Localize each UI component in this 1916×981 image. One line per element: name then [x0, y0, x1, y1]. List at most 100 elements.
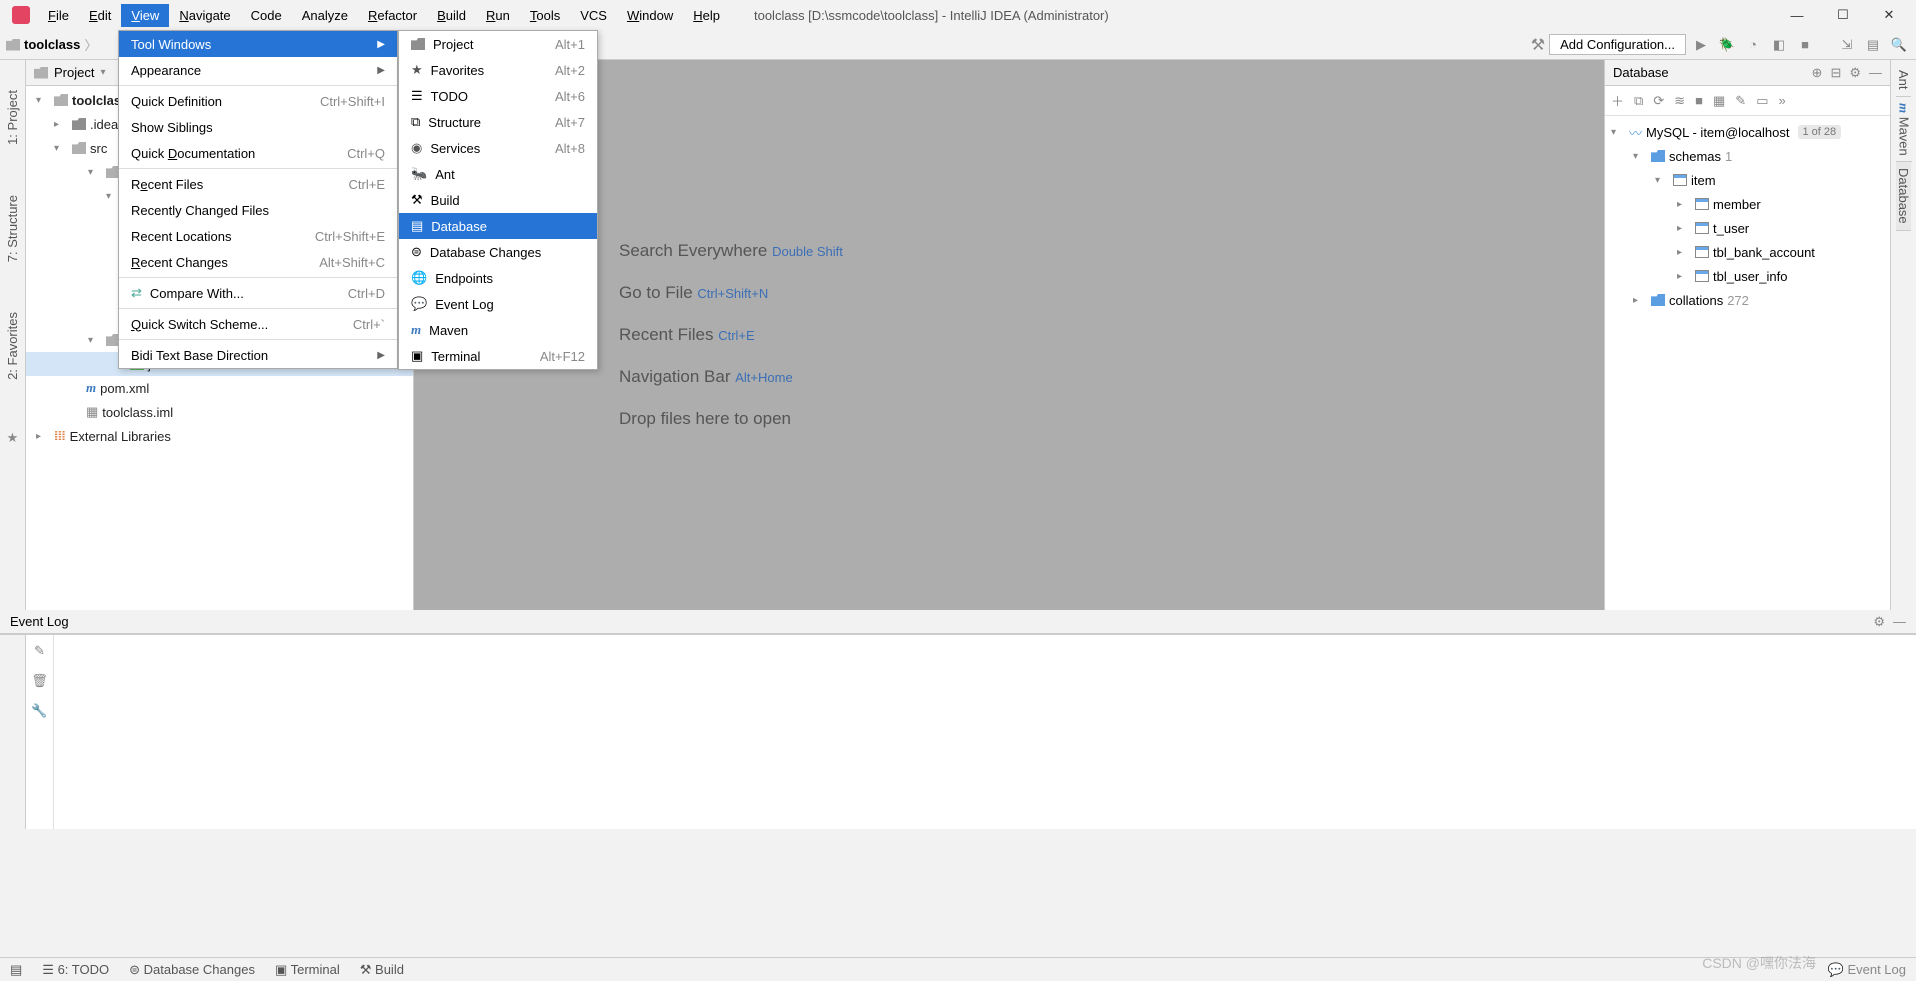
menu-build[interactable]: Build — [427, 4, 476, 27]
edit-icon[interactable]: ✎ — [1735, 93, 1746, 109]
toolwin-structure[interactable]: ⧉StructureAlt+7 — [399, 109, 597, 135]
view-menu-quick-definition[interactable]: Quick DefinitionCtrl+Shift+I — [119, 88, 397, 114]
menu-code[interactable]: Code — [241, 4, 292, 27]
status-todo[interactable]: ☰ 6: TODO — [42, 962, 109, 978]
edit-icon[interactable]: ✎ — [34, 643, 45, 659]
menu-navigate[interactable]: Navigate — [169, 4, 240, 27]
menu-refactor[interactable]: Refactor — [358, 4, 427, 27]
build-icon[interactable]: ⚒ — [1531, 35, 1545, 55]
editor-hint: Recent Files Ctrl+E — [619, 325, 755, 345]
toolwin-terminal[interactable]: ▣TerminalAlt+F12 — [399, 343, 597, 369]
window-title: toolclass [D:\ssmcode\toolclass] - Intel… — [754, 8, 1109, 23]
wrench-icon[interactable]: 🔧 — [31, 703, 47, 719]
gutter-ant[interactable]: Ant — [1896, 60, 1911, 97]
git-icon[interactable]: ⇲ — [1836, 34, 1858, 56]
filter-icon[interactable]: ≋ — [1674, 93, 1685, 109]
menu-window[interactable]: Window — [617, 4, 683, 27]
toolwin-todo[interactable]: ☰TODOAlt+6 — [399, 83, 597, 109]
add-icon[interactable]: ＋ — [1611, 91, 1624, 110]
status-terminal[interactable]: ▣ Terminal — [275, 962, 340, 978]
close-button[interactable]: ✕ — [1866, 0, 1912, 30]
view-menu-recent-files[interactable]: Recent FilesCtrl+E — [119, 171, 397, 197]
hide-icon[interactable]: — — [1869, 65, 1882, 81]
gear-icon[interactable]: ⚙ — [1873, 614, 1885, 630]
toolwin-build[interactable]: ⚒Build — [399, 187, 597, 213]
copy-icon[interactable]: ⧉ — [1634, 93, 1643, 109]
gutter-database[interactable]: Database — [1896, 162, 1911, 231]
database-tree[interactable]: ▾〰MySQL - item@localhost1 of 28 ▾schemas… — [1605, 116, 1890, 316]
structure-icon[interactable]: ▤ — [1862, 34, 1884, 56]
editor-hint: Search Everywhere Double Shift — [619, 241, 843, 261]
target-icon[interactable]: ⊕ — [1812, 65, 1823, 81]
gear-icon[interactable]: ⚙ — [1849, 65, 1861, 81]
run-icon[interactable]: ▶ — [1690, 34, 1712, 56]
menu-edit[interactable]: Edit — [79, 4, 121, 27]
hide-icon[interactable]: — — [1893, 614, 1906, 630]
breadcrumb[interactable]: toolclass 〉 — [6, 35, 97, 54]
gutter-maven[interactable]: m Maven — [1896, 97, 1912, 163]
search-icon[interactable]: 🔍 — [1888, 34, 1910, 56]
toolwin-endpoints[interactable]: 🌐Endpoints — [399, 265, 597, 291]
folder-icon — [6, 39, 20, 51]
editor-hint: Navigation Bar Alt+Home — [619, 367, 793, 387]
more-icon[interactable]: » — [1778, 93, 1785, 108]
view-menu-appearance[interactable]: Appearance▶ — [119, 57, 397, 83]
console-icon[interactable]: ▭ — [1756, 93, 1768, 109]
menu-tools[interactable]: Tools — [520, 4, 570, 27]
status-build[interactable]: ⚒ Build — [360, 962, 404, 978]
toolwin-database[interactable]: ▤Database — [399, 213, 597, 239]
profiler-icon[interactable]: ◧ — [1768, 34, 1790, 56]
status-eventlog[interactable]: 💬 Event Log — [1828, 962, 1906, 978]
menu-file[interactable]: File — [38, 4, 79, 27]
coverage-icon[interactable]: ◔ — [1742, 34, 1764, 56]
view-menu-recent-changes[interactable]: Recent ChangesAlt+Shift+C — [119, 249, 397, 275]
refresh-icon[interactable]: ⟳ — [1653, 93, 1664, 109]
menubar: FileEditViewNavigateCodeAnalyzeRefactorB… — [38, 4, 730, 27]
toolwin-ant[interactable]: 🐜Ant — [399, 161, 597, 187]
toolwin-favorites[interactable]: ★FavoritesAlt+2 — [399, 57, 597, 83]
menu-vcs[interactable]: VCS — [570, 4, 617, 27]
database-toolbar: ＋ ⧉ ⟳ ≋ ■ ▦ ✎ ▭ » — [1605, 86, 1890, 116]
collapse-icon[interactable]: ⊟ — [1830, 65, 1841, 81]
toolwin-event-log[interactable]: 💬Event Log — [399, 291, 597, 317]
view-menu-recent-locations[interactable]: Recent LocationsCtrl+Shift+E — [119, 223, 397, 249]
menu-view[interactable]: View — [121, 4, 169, 27]
tool-windows-submenu: ProjectAlt+1★FavoritesAlt+2☰TODOAlt+6⧉St… — [398, 30, 598, 370]
debug-icon[interactable]: 🪲 — [1716, 34, 1738, 56]
view-menu-compare-with-[interactable]: ⇄Compare With...Ctrl+D — [119, 280, 397, 306]
view-menu-recently-changed-files[interactable]: Recently Changed Files — [119, 197, 397, 223]
event-log-toolbar: ✎ 🗑 🔧 — [26, 635, 54, 829]
table-icon[interactable]: ▦ — [1713, 93, 1725, 109]
view-menu-quick-documentation[interactable]: Quick DocumentationCtrl+Q — [119, 140, 397, 166]
stop-icon[interactable]: ■ — [1794, 34, 1816, 56]
maximize-button[interactable]: ☐ — [1820, 0, 1866, 30]
view-menu-show-siblings[interactable]: Show Siblings — [119, 114, 397, 140]
breadcrumb-root: toolclass — [24, 37, 80, 52]
project-panel-title: Project — [54, 65, 94, 80]
menu-help[interactable]: Help — [683, 4, 730, 27]
view-menu-bidi-text-base-direction[interactable]: Bidi Text Base Direction▶ — [119, 342, 397, 368]
toolwin-maven[interactable]: mMaven — [399, 317, 597, 343]
database-title: Database — [1613, 65, 1669, 80]
window-controls: — ☐ ✕ — [1774, 0, 1912, 30]
gutter-project[interactable]: 1: Project — [5, 90, 20, 145]
editor-hint: Drop files here to open — [619, 409, 791, 429]
minimize-button[interactable]: — — [1774, 0, 1820, 30]
statusbar: ▤ ☰ 6: TODO ⊜ Database Changes ▣ Termina… — [0, 957, 1916, 981]
toolwin-services[interactable]: ◉ServicesAlt+8 — [399, 135, 597, 161]
app-icon — [12, 6, 30, 24]
folder-icon — [34, 67, 48, 79]
status-dbchanges[interactable]: ⊜ Database Changes — [129, 962, 255, 978]
toolwin-database-changes[interactable]: ⊜Database Changes — [399, 239, 597, 265]
toolwin-project[interactable]: ProjectAlt+1 — [399, 31, 597, 57]
gutter-structure[interactable]: 7: Structure — [5, 195, 20, 262]
watermark: CSDN @嘿你法海 — [1702, 953, 1816, 973]
gutter-favorites[interactable]: 2: Favorites — [5, 312, 20, 380]
menu-analyze[interactable]: Analyze — [292, 4, 358, 27]
view-menu-quick-switch-scheme-[interactable]: Quick Switch Scheme...Ctrl+` — [119, 311, 397, 337]
trash-icon[interactable]: 🗑 — [31, 673, 48, 689]
add-configuration-button[interactable]: Add Configuration... — [1549, 34, 1686, 55]
stop-icon[interactable]: ■ — [1695, 93, 1703, 108]
view-menu-tool-windows[interactable]: Tool Windows▶ — [119, 31, 397, 57]
menu-run[interactable]: Run — [476, 4, 520, 27]
